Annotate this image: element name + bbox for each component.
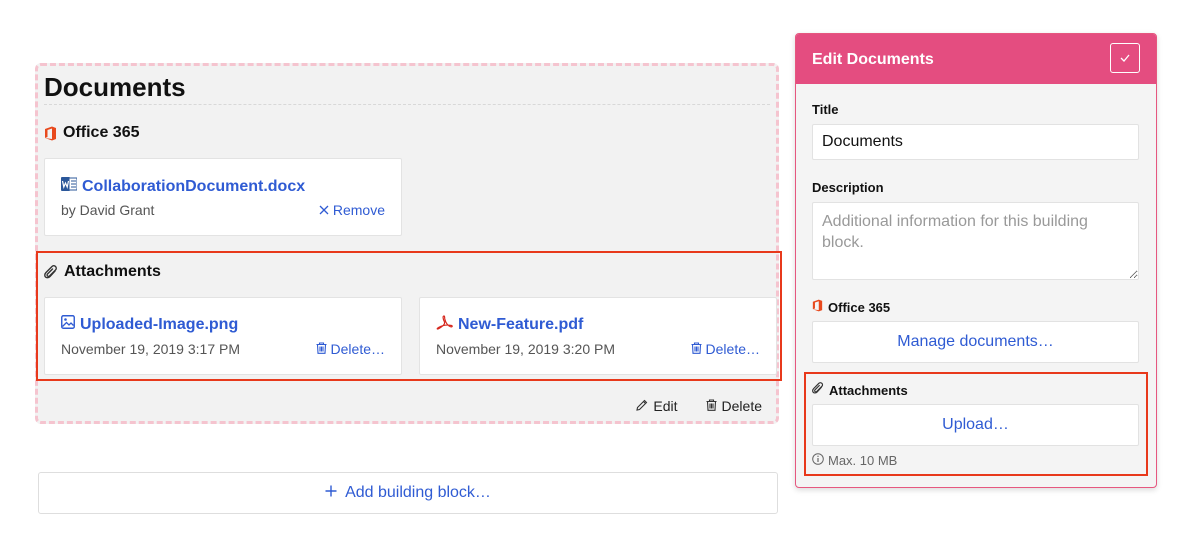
title-divider — [44, 104, 770, 105]
panel-title: Edit Documents — [812, 51, 934, 68]
office-heading: Office 365 — [812, 299, 890, 315]
add-building-block-label: Add building block… — [345, 484, 491, 501]
manage-documents-button[interactable]: Manage documents… — [812, 321, 1139, 363]
word-icon — [61, 176, 78, 197]
description-textarea[interactable] — [812, 202, 1139, 280]
office-365-icon — [44, 126, 57, 141]
office-heading-label: Office 365 — [828, 299, 891, 315]
office-document-card: CollaborationDocument.docx by David Gran… — [44, 158, 402, 236]
document-author: by David Grant — [61, 202, 155, 218]
office-365-icon — [812, 299, 823, 315]
document-name: CollaborationDocument.docx — [82, 177, 306, 195]
title-label: Title — [812, 102, 839, 117]
delete-block-label: Delete — [721, 398, 762, 414]
trash-icon — [706, 398, 717, 414]
description-label: Description — [812, 180, 884, 195]
document-link[interactable]: CollaborationDocument.docx — [61, 176, 305, 197]
attachments-highlight-box — [36, 251, 782, 381]
pencil-icon — [636, 398, 648, 414]
close-icon — [319, 202, 329, 218]
office-section-label: Office 365 — [63, 124, 140, 141]
panel-attachments-highlight-box — [804, 372, 1148, 476]
delete-block-button[interactable]: Delete — [706, 398, 762, 414]
block-title: Documents — [44, 72, 186, 102]
office-section-heading: Office 365 — [44, 124, 139, 142]
checkmark-icon — [1120, 49, 1130, 67]
edit-block-button[interactable]: Edit — [636, 398, 678, 414]
add-building-block-button[interactable]: Add building block… — [38, 472, 778, 514]
panel-header: Edit Documents — [796, 34, 1156, 84]
edit-label: Edit — [653, 398, 678, 414]
remove-button[interactable]: Remove — [319, 202, 385, 218]
block-footer-actions: Edit Delete — [636, 398, 762, 414]
plus-icon — [325, 484, 337, 502]
confirm-button[interactable] — [1110, 43, 1140, 73]
title-input[interactable] — [812, 124, 1139, 160]
remove-label: Remove — [332, 202, 385, 218]
